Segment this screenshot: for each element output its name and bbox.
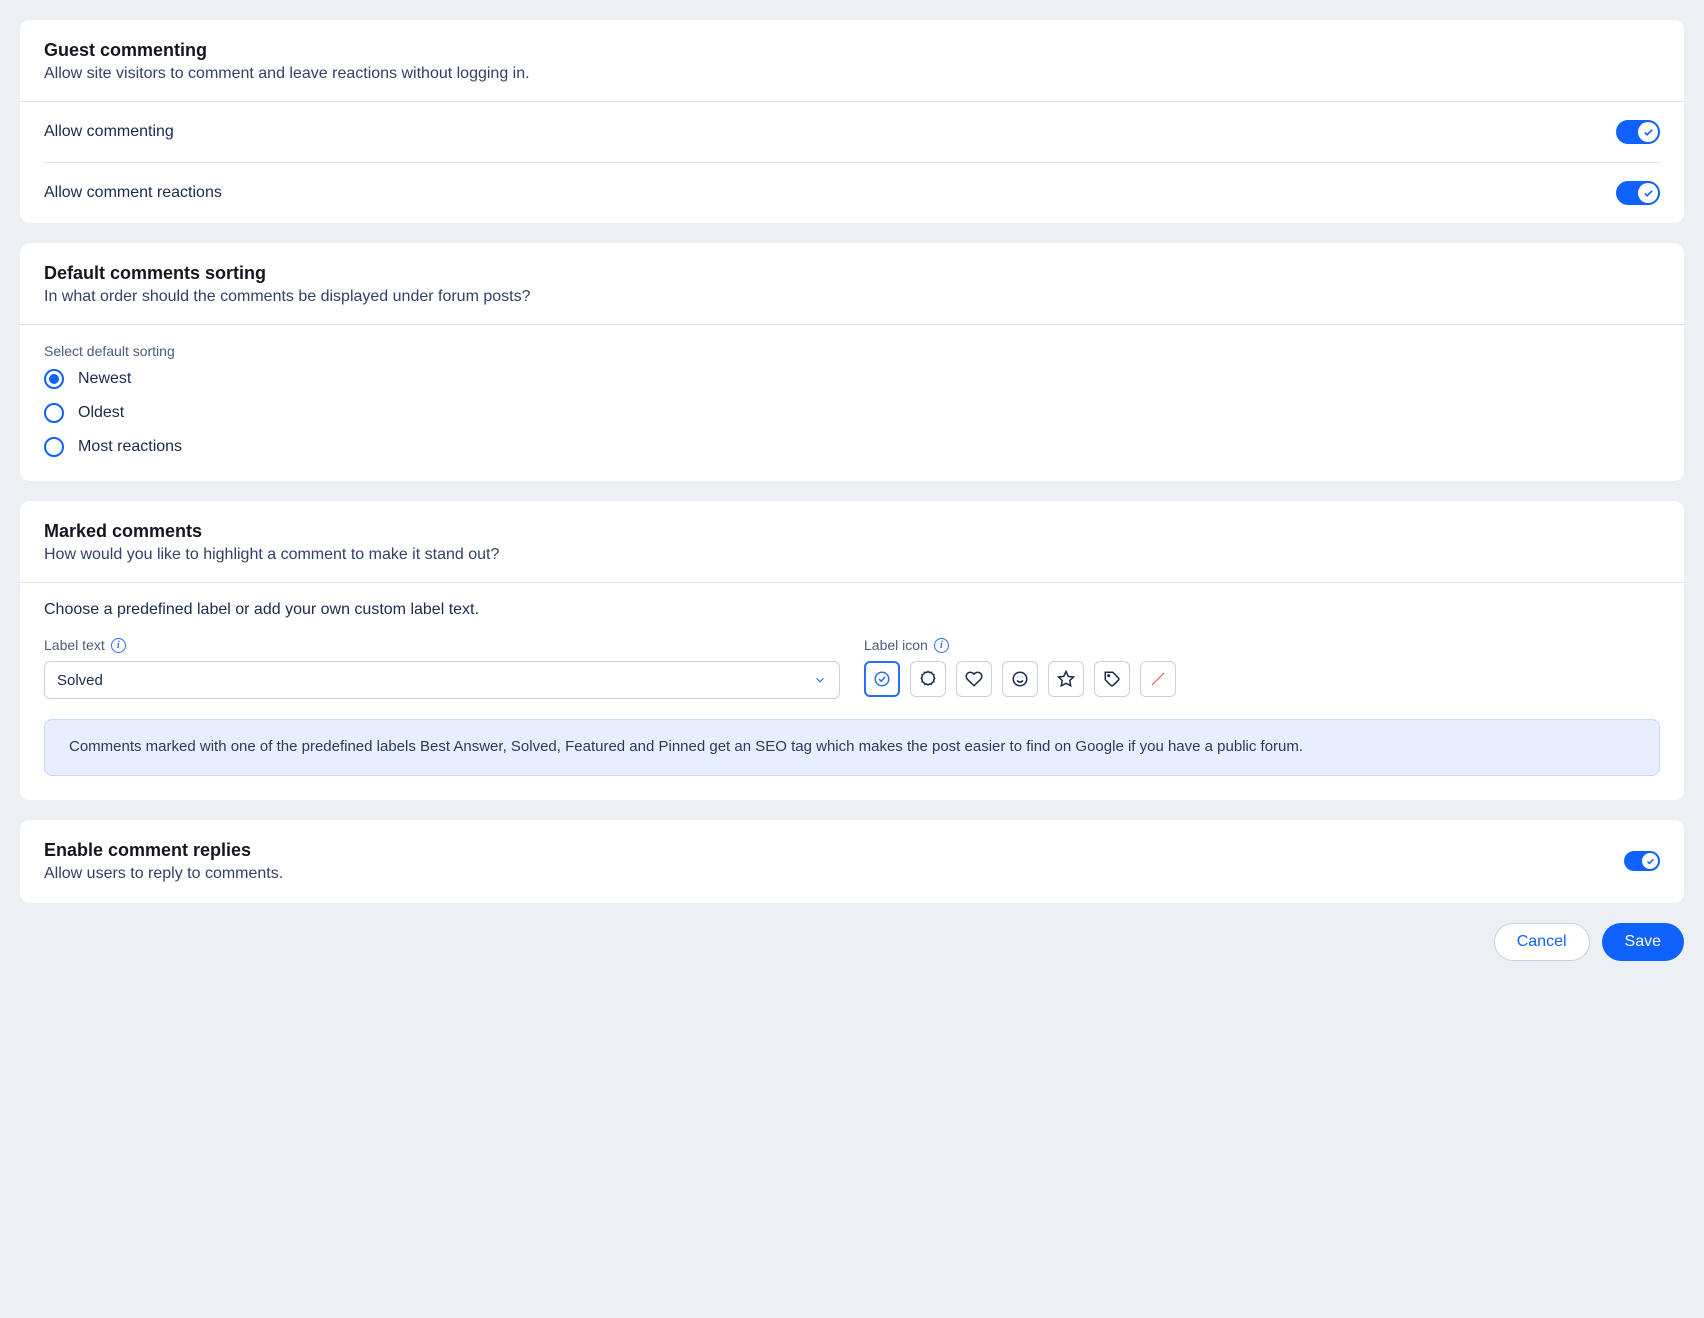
replies-subtitle: Allow users to reply to comments. [44,865,283,883]
check-circle-icon [873,670,891,688]
guest-title: Guest commenting [44,40,1660,61]
icon-option-tag[interactable] [1094,661,1130,697]
enable-replies-toggle[interactable] [1624,851,1660,871]
marked-header: Marked comments How would you like to hi… [20,501,1684,583]
star-icon [1057,670,1075,688]
radio-most-reactions-label: Most reactions [78,438,182,456]
marked-comments-card: Marked comments How would you like to hi… [20,501,1684,800]
tag-icon [1103,670,1121,688]
check-icon [1638,183,1658,203]
badge-icon [919,670,937,688]
marked-title: Marked comments [44,521,1660,542]
radio-icon [44,369,64,389]
radio-oldest[interactable]: Oldest [44,403,1660,423]
icon-option-smile[interactable] [1002,661,1038,697]
info-icon[interactable]: i [111,638,126,653]
sorting-title: Default comments sorting [44,263,1660,284]
radio-icon [44,437,64,457]
allow-commenting-label: Allow commenting [44,123,174,141]
sorting-header: Default comments sorting In what order s… [20,243,1684,325]
radio-oldest-label: Oldest [78,404,124,422]
info-icon[interactable]: i [934,638,949,653]
icon-option-none[interactable] [1140,661,1176,697]
allow-reactions-row: Allow comment reactions [44,162,1660,223]
smile-icon [1011,670,1029,688]
action-buttons: Cancel Save [20,923,1684,971]
icon-option-badge[interactable] [910,661,946,697]
allow-reactions-toggle[interactable] [1616,181,1660,205]
choose-label-text: Choose a predefined label or add your ow… [44,601,1660,619]
cancel-button[interactable]: Cancel [1494,923,1590,961]
allow-reactions-label: Allow comment reactions [44,184,222,202]
radio-most-reactions[interactable]: Most reactions [44,437,1660,457]
icon-option-check-circle[interactable] [864,661,900,697]
dropdown-value: Solved [57,672,103,689]
chevron-down-icon [813,673,827,687]
label-text-label: Label text i [44,637,840,653]
guest-header: Guest commenting Allow site visitors to … [20,20,1684,102]
save-button[interactable]: Save [1602,923,1684,961]
icon-picker [864,661,1660,697]
default-sorting-card: Default comments sorting In what order s… [20,243,1684,481]
label-icon-label: Label icon i [864,637,1660,653]
check-icon [1642,853,1658,869]
none-icon [1149,670,1167,688]
marked-body: Choose a predefined label or add your ow… [20,583,1684,800]
enable-replies-card: Enable comment replies Allow users to re… [20,820,1684,903]
sorting-body: Select default sorting Newest Oldest Mos… [20,325,1684,481]
radio-newest-label: Newest [78,370,131,388]
select-sorting-label: Select default sorting [44,343,1660,359]
guest-commenting-card: Guest commenting Allow site visitors to … [20,20,1684,223]
allow-commenting-row: Allow commenting [44,102,1660,162]
heart-icon [965,670,983,688]
radio-icon [44,403,64,423]
radio-newest[interactable]: Newest [44,369,1660,389]
allow-commenting-toggle[interactable] [1616,120,1660,144]
icon-option-heart[interactable] [956,661,992,697]
seo-info-banner: Comments marked with one of the predefin… [44,719,1660,776]
guest-subtitle: Allow site visitors to comment and leave… [44,65,1660,83]
sorting-subtitle: In what order should the comments be dis… [44,288,1660,306]
replies-title: Enable comment replies [44,840,283,861]
icon-option-star[interactable] [1048,661,1084,697]
check-icon [1638,122,1658,142]
label-text-dropdown[interactable]: Solved [44,661,840,699]
marked-subtitle: How would you like to highlight a commen… [44,546,1660,564]
